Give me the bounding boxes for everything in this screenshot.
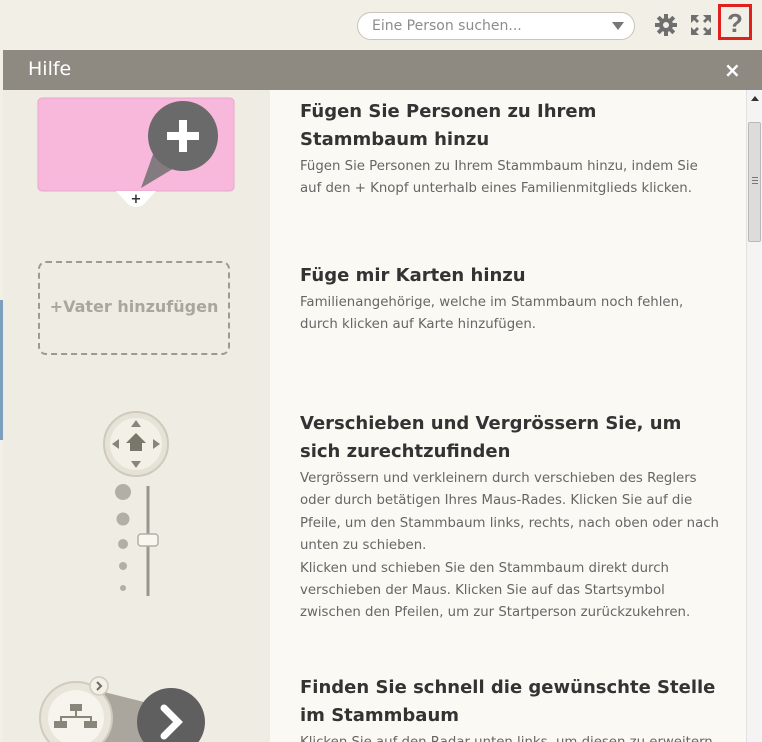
person-search[interactable] [357, 12, 635, 40]
section-body: Fügen Sie Personen zu Ihrem Stammbaum hi… [300, 159, 698, 197]
add-father-label: +Vater hinzufügen [49, 297, 219, 316]
section-body: Familienangehörige, welche im Stammbaum … [300, 295, 684, 333]
navigation-control-illustration [103, 411, 169, 596]
scroll-thumb[interactable] [748, 122, 761, 242]
zoom-slider-handle [137, 533, 159, 547]
help-panel: Hilfe × + +Vater hinzufügen Fügen Sie Pe… [3, 50, 762, 742]
add-person-illustration: + [37, 97, 235, 207]
section-body: Vergrössern und verkleinern durch versch… [300, 471, 719, 554]
panel-title: Hilfe [28, 58, 72, 80]
help-icon: ? [727, 8, 743, 38]
section-body-2: Klicken und schieben Sie den Stammbaum d… [300, 560, 691, 621]
section-title: Verschieben und Vergrössern Sie, um sich… [300, 413, 682, 462]
help-button[interactable]: ? [718, 4, 752, 40]
section-title: Fügen Sie Personen zu Ihrem Stammbaum hi… [300, 101, 597, 150]
scroll-up-arrow-icon[interactable] [751, 96, 759, 101]
help-content: Fügen Sie Personen zu Ihrem Stammbaum hi… [270, 90, 746, 742]
help-section-add-cards: Füge mir Karten hinzu Familienangehörige… [300, 262, 720, 337]
add-person-plus: + [131, 192, 142, 207]
section-title: Füge mir Karten hinzu [300, 265, 526, 286]
fullscreen-icon[interactable] [689, 13, 713, 37]
close-button[interactable]: × [724, 58, 741, 82]
illustration-column: + +Vater hinzufügen [3, 90, 270, 742]
panel-header: Hilfe × [3, 50, 762, 90]
help-section-navigate: Verschieben und Vergrössern Sie, um sich… [300, 410, 720, 625]
chevron-down-icon[interactable] [612, 22, 624, 30]
help-section-radar: Finden Sie schnell die gewünschte Stelle… [300, 674, 720, 742]
section-title: Finden Sie schnell die gewünschte Stelle… [300, 677, 716, 726]
top-toolbar: ? [0, 0, 762, 50]
help-section-add-person: Fügen Sie Personen zu Ihrem Stammbaum hi… [300, 98, 720, 201]
radar-illustration [39, 676, 205, 742]
section-body: Klicken Sie auf den Radar unten links, u… [300, 732, 720, 742]
search-input[interactable] [372, 17, 592, 35]
add-father-card: +Vater hinzufügen [38, 261, 230, 355]
gear-icon[interactable] [654, 13, 678, 37]
panel-scrollbar[interactable] [746, 90, 762, 742]
